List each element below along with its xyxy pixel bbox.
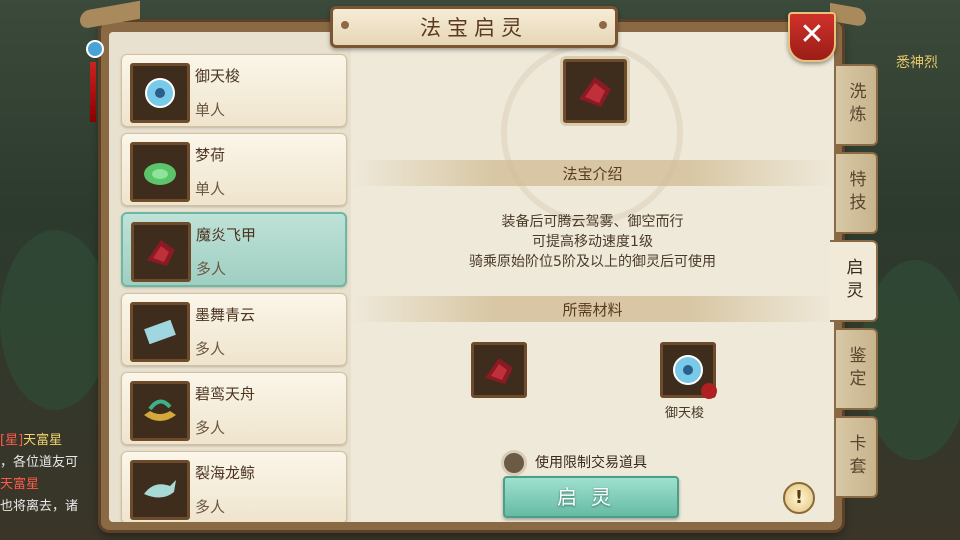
tab-jianding[interactable]: 鉴定	[836, 328, 878, 410]
dragon-whale-icon	[130, 460, 190, 520]
list-item-biluantianzhou[interactable]: 碧鸾天舟 多人	[121, 372, 347, 445]
item-type: 多人	[196, 260, 227, 278]
detail-pane: 法宝介绍 装备后可腾云驾雾、御空而行 可提高移动速度1级 骑乘原始阶位5阶及以上…	[351, 32, 834, 522]
artifact-description: 装备后可腾云驾雾、御空而行 可提高移动速度1级 骑乘原始阶位5阶及以上的御灵后可…	[351, 212, 834, 272]
description-line: 可提高移动速度1级	[532, 234, 653, 250]
material-slot-2[interactable]	[660, 342, 717, 399]
chat-line: 也将离去，诸	[0, 499, 79, 514]
background-tree	[0, 230, 110, 410]
restricted-items-checkbox[interactable]	[501, 450, 527, 476]
list-item-mowuqingyun[interactable]: 墨舞青云 多人	[121, 293, 347, 366]
background-label: 悉神烈	[896, 55, 938, 71]
phoenix-boat-icon	[130, 381, 190, 441]
tab-katao[interactable]: 卡套	[836, 416, 878, 498]
section-title-materials: 所需材料	[351, 296, 834, 322]
item-type: 多人	[195, 498, 226, 516]
artifact-list[interactable]: 御天梭 单人 梦荷 单人 魔炎飞甲 多人 墨舞青云 多人 碧鸾天舟 多人 裂海龙…	[121, 54, 347, 522]
item-name: 御天梭	[195, 67, 241, 85]
artifact-panel: 御天梭 单人 梦荷 单人 魔炎飞甲 多人 墨舞青云 多人 碧鸾天舟 多人 裂海龙…	[101, 22, 842, 530]
tianguo-shuttle-icon	[673, 355, 703, 385]
title-text: 法宝启灵	[420, 16, 528, 40]
material-label: 御天梭	[665, 406, 705, 421]
item-name: 墨舞青云	[195, 306, 256, 324]
item-type: 多人	[195, 340, 226, 358]
list-item-liehailongjing[interactable]: 裂海龙鲸 多人	[121, 451, 347, 522]
demon-flame-armor-icon	[131, 222, 191, 282]
restricted-items-label: 使用限制交易道具	[535, 455, 647, 471]
tianguo-shuttle-icon	[130, 63, 190, 123]
item-name: 裂海龙鲸	[195, 464, 256, 482]
close-button[interactable]: ✕	[788, 12, 836, 62]
lotus-leaf-icon	[130, 142, 190, 202]
item-name: 碧鸾天舟	[195, 385, 256, 403]
info-icon[interactable]: !	[783, 482, 815, 514]
material-bound-badge	[701, 383, 717, 399]
ink-scroll-icon	[130, 302, 190, 362]
jade-pendant-ornament	[86, 40, 104, 140]
description-line: 装备后可腾云驾雾、御空而行	[501, 214, 684, 230]
tab-qiling[interactable]: 启灵	[830, 240, 878, 322]
plate-nail	[599, 21, 607, 29]
description-line: 骑乘原始阶位5阶及以上的御灵后可使用	[469, 254, 716, 270]
tab-teji[interactable]: 特技	[836, 152, 878, 234]
list-item-menghe[interactable]: 梦荷 单人	[121, 133, 347, 206]
item-type: 单人	[195, 101, 226, 119]
chat-line: 天富星	[0, 477, 40, 492]
item-name: 魔炎飞甲	[196, 226, 257, 244]
chat-line: [星]天富星	[0, 433, 63, 448]
panel-body: 御天梭 单人 梦荷 单人 魔炎飞甲 多人 墨舞青云 多人 碧鸾天舟 多人 裂海龙…	[109, 32, 834, 522]
item-type: 单人	[195, 180, 226, 198]
item-name: 梦荷	[195, 146, 226, 164]
chat-line: ，各位道友可	[0, 455, 79, 470]
plate-nail	[341, 21, 349, 29]
list-item-moyanfeijia[interactable]: 魔炎飞甲 多人	[121, 212, 347, 287]
material-slot-1[interactable]	[471, 342, 527, 398]
selected-artifact-icon	[563, 59, 627, 123]
section-title-intro: 法宝介绍	[351, 160, 834, 186]
demon-flame-armor-icon	[485, 358, 513, 384]
tab-xilian[interactable]: 洗炼	[836, 64, 878, 146]
awaken-button[interactable]: 启灵	[503, 476, 679, 518]
chat-log: [星]天富星 ，各位道友可 天富星 也将离去，诸	[0, 430, 110, 518]
list-item-yutiansuo[interactable]: 御天梭 单人	[121, 54, 347, 127]
window-title: 法宝启灵	[330, 6, 618, 48]
item-type: 多人	[195, 419, 226, 437]
